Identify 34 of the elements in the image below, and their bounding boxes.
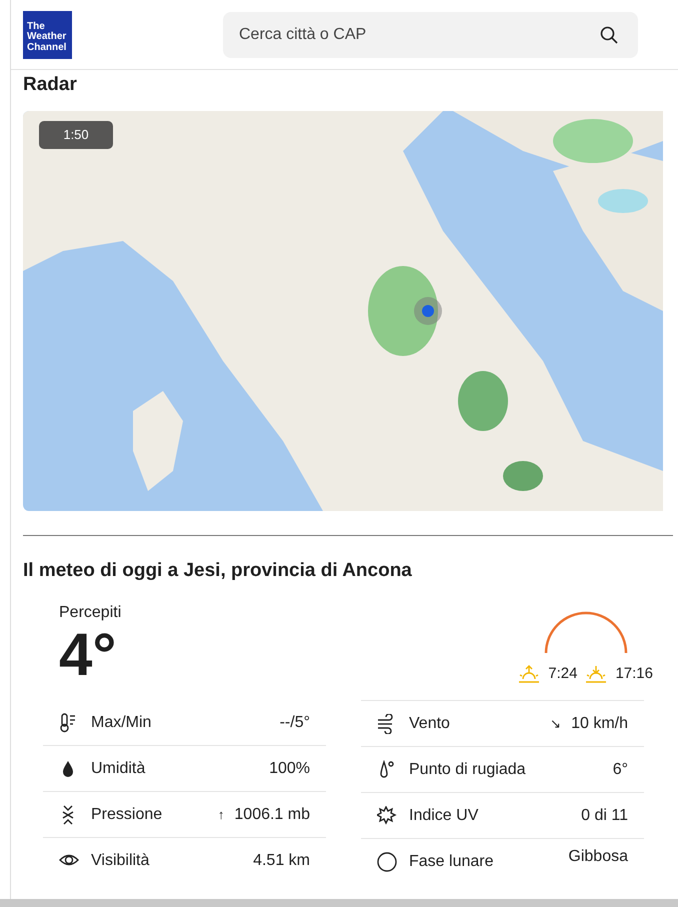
sunrise-time: 7:24 <box>548 664 578 684</box>
detail-value: --/5° <box>280 712 310 733</box>
detail-label: Fase lunare <box>409 852 494 872</box>
feels-like-label: Percepiti <box>59 602 122 623</box>
detail-label: Punto di rugiada <box>409 760 527 780</box>
detail-label: Vento <box>409 714 451 734</box>
detail-value: 0 di 11 <box>581 806 628 826</box>
detail-label: Pressione <box>91 804 164 825</box>
moon-icon <box>377 852 397 872</box>
sunset-icon <box>585 664 608 683</box>
section-title: Il meteo di oggi a Jesi, provincia di Ancona <box>23 560 413 583</box>
direction-arrow: ↘ <box>550 714 562 733</box>
detail-label: Max/Min <box>91 712 152 733</box>
detail-value: 10 km/h <box>571 714 628 734</box>
direction-arrow: ↑ <box>218 806 224 824</box>
sun-arc-icon <box>544 610 628 655</box>
detail-value: 1006.1 mb <box>234 804 310 825</box>
sunset-time: 17:16 <box>615 664 653 684</box>
logo[interactable]: The Weather Channel <box>23 10 72 58</box>
sunrise-icon <box>518 664 540 683</box>
detail-value: 6° <box>612 760 628 780</box>
scrollbar[interactable] <box>0 899 678 907</box>
detail-value: 100% <box>269 758 310 779</box>
section-title: Radar <box>23 74 78 97</box>
detail-label: Indice UV <box>409 806 480 826</box>
detail-label: Visibilità <box>91 851 150 872</box>
time-label: 1:50 <box>39 120 113 149</box>
temperature: 4° <box>59 624 118 685</box>
search-icon[interactable] <box>600 26 618 44</box>
detail-value: Gibbosa <box>568 847 628 868</box>
search-field[interactable]: Cerca città o CAP <box>223 12 638 58</box>
detail-value: 4.51 km <box>253 851 310 872</box>
detail-label: Umidità <box>91 758 146 779</box>
sun-icon <box>377 806 397 826</box>
